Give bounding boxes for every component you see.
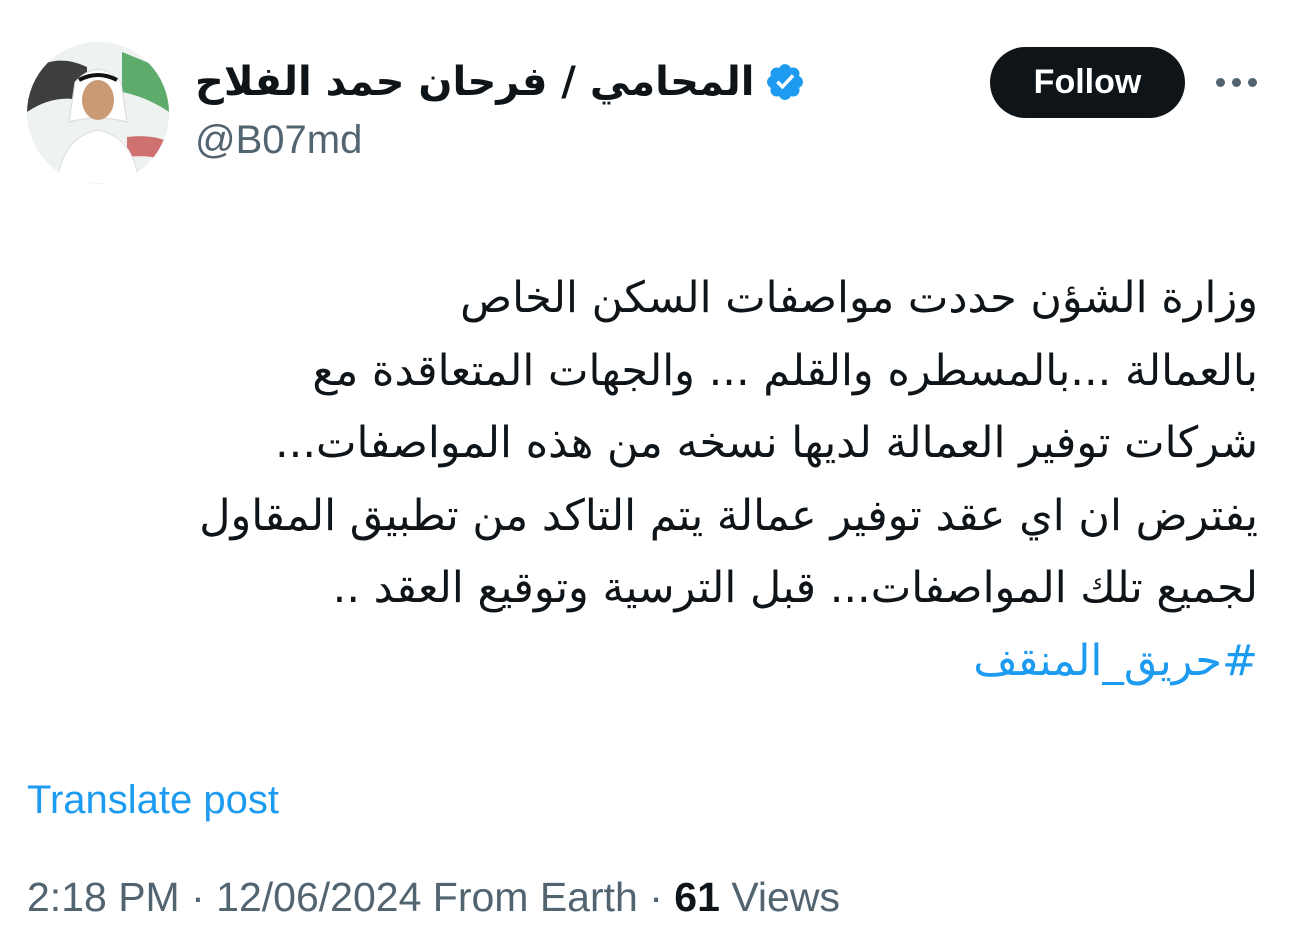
author-handle[interactable]: @B07md xyxy=(195,118,362,163)
tweet-meta: 2:18 PM · 12/06/2024 From Earth · 61 Vie… xyxy=(27,874,840,921)
tweet-time[interactable]: 2:18 PM xyxy=(27,874,180,920)
tweet-date[interactable]: 12/06/2024 xyxy=(216,874,421,920)
author-display-name[interactable]: المحامي / فرحان حمد الفلاح xyxy=(195,59,754,105)
tweet-text-line: لجميع تلك المواصفات... قبل الترسية وتوقي… xyxy=(332,563,1258,613)
follow-button[interactable]: Follow xyxy=(990,47,1185,118)
meta-separator: · xyxy=(649,874,663,920)
meta-separator: · xyxy=(191,874,205,920)
more-horizontal-icon xyxy=(1215,77,1225,87)
views-count[interactable]: 61 xyxy=(674,874,720,920)
verified-badge-icon xyxy=(767,64,804,100)
more-horizontal-icon-dot xyxy=(1247,77,1257,87)
hashtag-link[interactable]: #حريق_المنقف xyxy=(38,625,1258,698)
author-name-row[interactable]: المحامي / فرحان حمد الفلاح xyxy=(195,52,806,112)
tweet-text-line: شركات توفير العمالة لديها نسخه من هذه ال… xyxy=(275,418,1258,468)
tweet-card: المحامي / فرحان حمد الفلاح @B07md Follow… xyxy=(0,0,1290,942)
tweet-text-line: بالعمالة ...بالمسطره والقلم ... والجهات … xyxy=(312,345,1258,396)
tweet-text: وزارة الشؤن حددت مواصفات السكن الخاص بال… xyxy=(38,262,1258,697)
more-options-button[interactable] xyxy=(1208,64,1264,100)
tweet-text-line: وزارة الشؤن حددت مواصفات السكن الخاص xyxy=(460,273,1258,323)
tweet-source: From Earth xyxy=(432,874,638,920)
avatar[interactable] xyxy=(27,42,169,184)
views-label[interactable]: Views xyxy=(731,874,840,920)
tweet-text-line: يفترض ان اي عقد توفير عمالة يتم التاكد م… xyxy=(199,490,1258,541)
avatar-image xyxy=(27,42,169,184)
translate-post-link[interactable]: Translate post xyxy=(27,778,279,823)
more-horizontal-icon-dot xyxy=(1231,77,1241,87)
